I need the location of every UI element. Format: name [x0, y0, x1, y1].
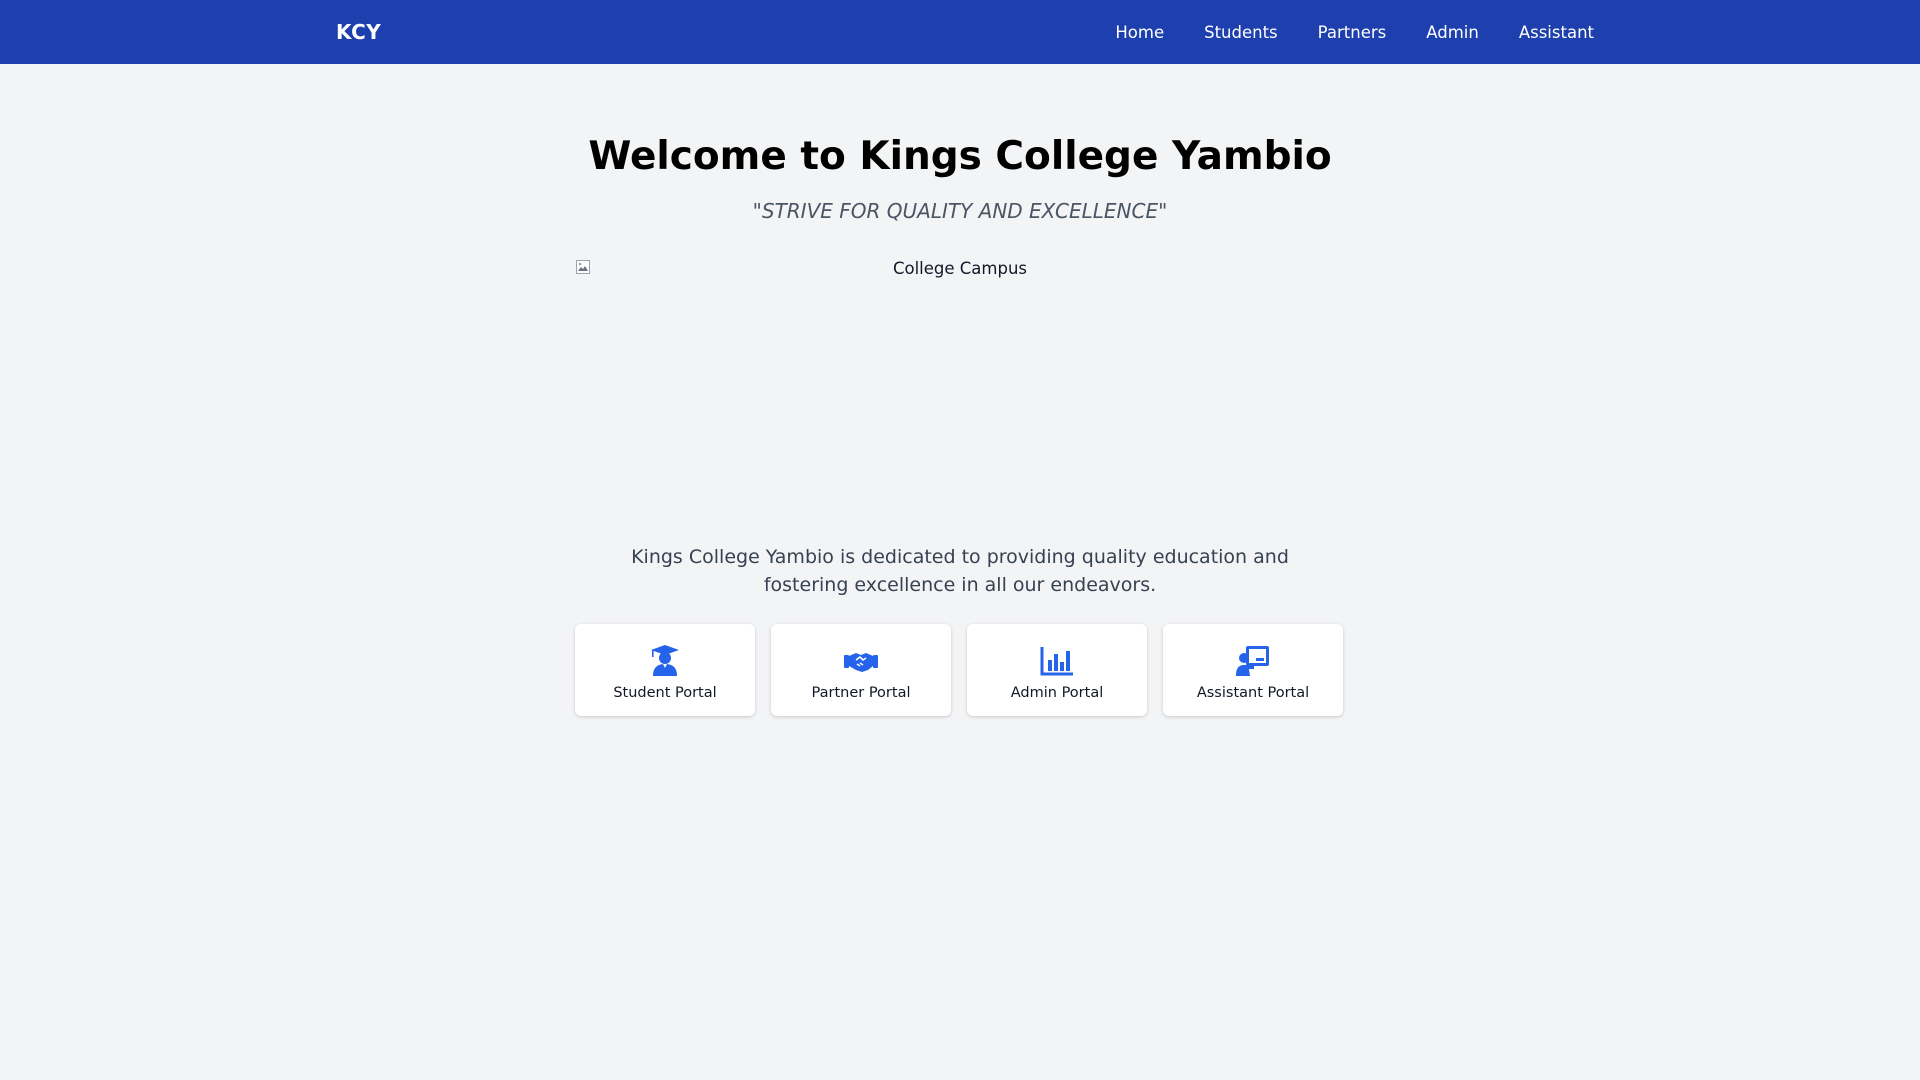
student-portal-card[interactable]: Student Portal — [575, 623, 755, 716]
admin-portal-card[interactable]: Admin Portal — [967, 623, 1147, 716]
assistant-portal-label: Assistant Portal — [1196, 684, 1310, 701]
campus-image: College Campus — [575, 257, 1345, 529]
handshake-icon — [844, 652, 878, 672]
nav-link-students[interactable]: Students — [1204, 23, 1278, 42]
chart-bar-icon — [1040, 646, 1073, 676]
tagline: "STRIVE FOR QUALITY AND EXCELLENCE" — [752, 198, 1168, 223]
brand-logo[interactable]: KCY — [336, 20, 381, 44]
page-title: Welcome to Kings College Yambio — [588, 134, 1332, 179]
main-content: Welcome to Kings College Yambio "STRIVE … — [575, 64, 1345, 716]
portal-grid: Student Portal Partner Portal Admin Port… — [575, 623, 1345, 716]
chalkboard-teacher-icon — [1236, 645, 1269, 676]
admin-portal-label: Admin Portal — [1010, 684, 1104, 701]
top-navbar: KCY Home Students Partners Admin Assista… — [0, 0, 1920, 64]
partner-portal-card[interactable]: Partner Portal — [771, 623, 951, 716]
nav-link-admin[interactable]: Admin — [1426, 23, 1479, 42]
user-graduate-icon — [651, 644, 679, 676]
student-portal-label: Student Portal — [613, 684, 717, 701]
campus-image-alt-text: College Campus — [892, 258, 1028, 278]
nav-link-partners[interactable]: Partners — [1318, 23, 1387, 42]
nav-link-assistant[interactable]: Assistant — [1519, 23, 1594, 42]
college-description: Kings College Yambio is dedicated to pro… — [631, 545, 1289, 597]
broken-image-icon — [576, 259, 590, 274]
nav-links: Home Students Partners Admin Assistant — [1115, 23, 1594, 42]
assistant-portal-card[interactable]: Assistant Portal — [1163, 623, 1343, 716]
partner-portal-label: Partner Portal — [811, 684, 911, 701]
nav-link-home[interactable]: Home — [1115, 23, 1164, 42]
